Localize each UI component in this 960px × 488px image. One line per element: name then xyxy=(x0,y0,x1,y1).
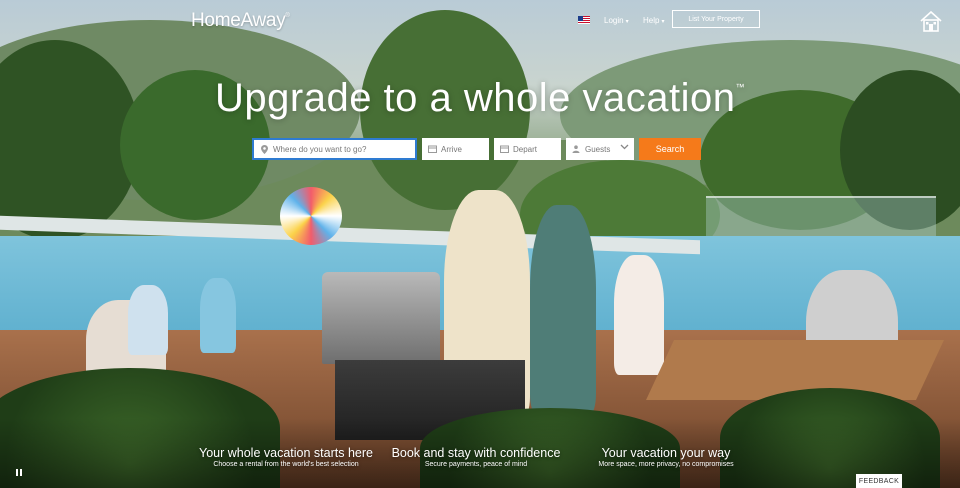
pause-icon[interactable] xyxy=(16,469,22,478)
house-icon[interactable] xyxy=(920,10,942,32)
hero-title: Upgrade to a whole vacation™ xyxy=(0,76,960,121)
value-prop-heading: Book and stay with confidence xyxy=(391,446,561,460)
help-label: Help xyxy=(643,16,660,25)
list-your-property-button[interactable]: List Your Property xyxy=(672,10,760,28)
beach-ball xyxy=(280,187,342,245)
hero-title-mark: ™ xyxy=(735,82,745,92)
help-menu[interactable]: Help ▾ xyxy=(643,16,664,25)
chevron-down-icon xyxy=(620,142,629,152)
login-label: Login xyxy=(604,16,624,25)
person xyxy=(614,255,664,375)
bbq-grill xyxy=(322,272,440,364)
person xyxy=(128,285,168,355)
hero-background-image xyxy=(0,0,960,488)
chevron-down-icon: ▾ xyxy=(625,19,629,25)
arrive-date-input[interactable]: Arrive xyxy=(422,138,489,160)
hero-title-text: Upgrade to a whole vacation xyxy=(215,76,736,120)
person xyxy=(530,205,596,415)
logo-mark: ® xyxy=(285,13,290,19)
guests-select[interactable]: Guests xyxy=(566,138,634,160)
value-prop-subtext: Secure payments, peace of mind xyxy=(424,461,528,468)
person xyxy=(200,278,236,353)
homeaway-logo[interactable]: HomeAway® xyxy=(191,10,290,32)
search-button[interactable]: Search xyxy=(639,138,701,160)
calendar-icon xyxy=(498,145,510,153)
value-prop-heading: Your vacation your way xyxy=(601,446,731,460)
value-prop: Your vacation your way More space, more … xyxy=(566,446,766,468)
depart-date-input[interactable]: Depart xyxy=(494,138,561,160)
calendar-icon xyxy=(426,145,438,153)
arrive-placeholder: Arrive xyxy=(441,144,462,154)
value-prop-heading: Your whole vacation starts here xyxy=(199,446,373,460)
guests-label: Guests xyxy=(585,144,611,154)
login-menu[interactable]: Login ▾ xyxy=(604,16,629,25)
value-prop-subtext: Choose a rental from the world's best se… xyxy=(213,461,359,468)
chevron-down-icon: ▾ xyxy=(661,19,665,25)
value-prop-subtext: More space, more privacy, no compromises xyxy=(598,461,734,468)
logo-text: HomeAway xyxy=(191,10,286,31)
value-prop: Your whole vacation starts here Choose a… xyxy=(186,446,386,468)
destination-placeholder: Where do you want to go? xyxy=(273,144,367,154)
depart-placeholder: Depart xyxy=(513,144,538,154)
person-icon xyxy=(570,145,582,153)
destination-input[interactable]: Where do you want to go? xyxy=(252,138,417,160)
value-prop: Book and stay with confidence Secure pay… xyxy=(376,446,576,468)
us-flag-icon[interactable] xyxy=(578,16,590,24)
location-pin-icon xyxy=(258,144,270,154)
feedback-button[interactable]: FEEDBACK xyxy=(856,474,902,488)
